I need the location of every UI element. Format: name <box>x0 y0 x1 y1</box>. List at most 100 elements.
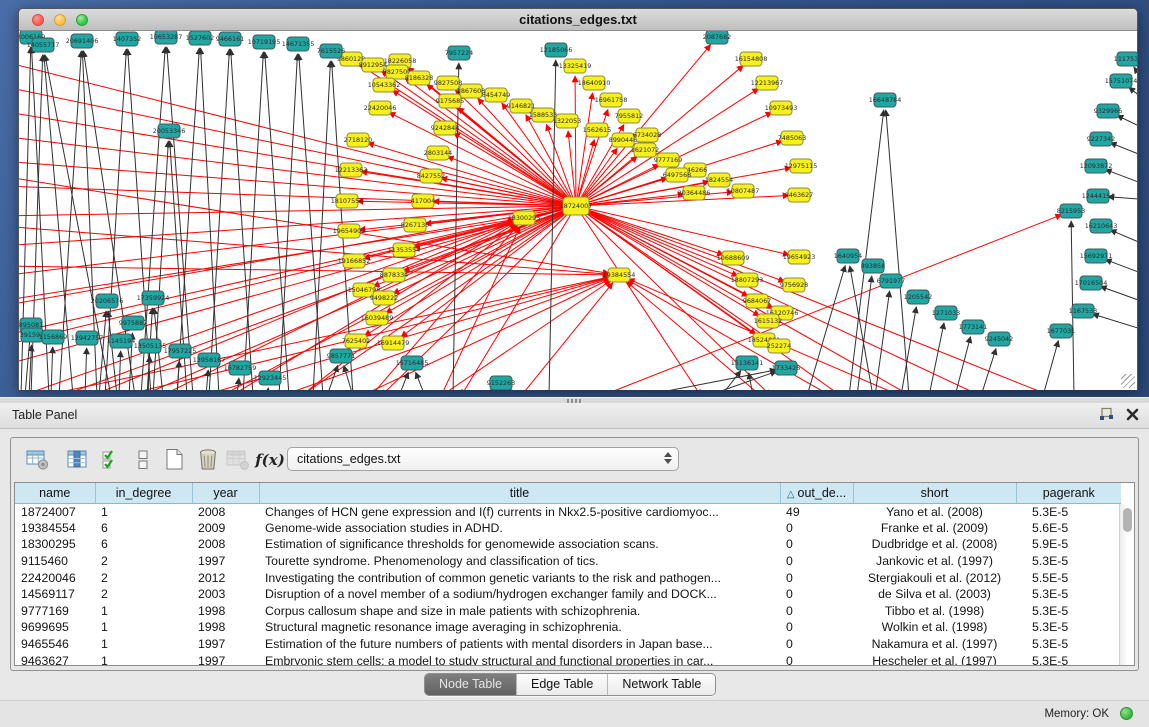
graph-node[interactable]: 1615132 <box>754 314 782 328</box>
graph-node[interactable]: 8186328 <box>405 71 433 85</box>
graph-node[interactable]: 9227342 <box>1087 132 1115 146</box>
window-resize-grip[interactable] <box>1121 374 1135 388</box>
delete-column-icon[interactable] <box>193 446 223 474</box>
graph-node[interactable]: 14671355 <box>282 37 315 51</box>
graph-node[interactable]: 12185066 <box>540 43 573 57</box>
graph-node[interactable]: 10719195 <box>248 35 281 49</box>
column-header[interactable]: title <box>259 483 780 503</box>
graph-node[interactable]: 1117534 <box>1114 52 1137 66</box>
graph-node[interactable]: 13505135 <box>134 339 167 353</box>
graph-node[interactable]: 12093872 <box>1080 159 1113 173</box>
graph-node[interactable]: 252274 <box>767 339 791 353</box>
graph-node[interactable]: 16648784 <box>869 93 902 107</box>
select-columns-icon[interactable] <box>97 446 127 474</box>
graph-node[interactable]: 12213967 <box>751 76 784 90</box>
graph-node[interactable]: 16154808 <box>735 52 768 66</box>
table-row[interactable]: 1456911722003Disruption of a novel membe… <box>15 586 1121 603</box>
graph-node[interactable]: 10688609 <box>717 251 750 265</box>
column-header[interactable]: in_degree <box>95 483 192 503</box>
graph-node[interactable]: 9684067 <box>743 294 771 308</box>
graph-node[interactable]: 10807487 <box>727 184 760 198</box>
column-header[interactable]: short <box>853 483 1016 503</box>
graph-node[interactable]: 1640954 <box>834 249 862 263</box>
column-header[interactable]: name <box>15 483 95 503</box>
table-options-icon[interactable] <box>23 446 53 474</box>
graph-node[interactable]: 1773141 <box>959 320 987 334</box>
graph-node[interactable]: 20364486 <box>678 186 711 200</box>
table-row[interactable]: 969969511998Structural magnetic resonanc… <box>15 619 1121 636</box>
graph-node[interactable]: 12213363 <box>335 163 368 177</box>
graph-node[interactable]: 1733426 <box>772 361 800 375</box>
graph-node[interactable]: 19654923 <box>783 250 816 264</box>
network-window[interactable]: citations_edges.txt 18724007183002951938… <box>18 8 1138 390</box>
window-titlebar[interactable]: citations_edges.txt <box>19 9 1137 31</box>
graph-node[interactable]: 9756928 <box>780 278 808 292</box>
graph-node[interactable]: 15716485 <box>396 356 429 370</box>
tab-node-table[interactable]: Node Table <box>425 674 517 695</box>
graph-node[interactable]: 8454749 <box>482 88 510 102</box>
float-panel-icon[interactable] <box>1099 407 1114 421</box>
graph-node[interactable]: 2087682 <box>703 31 731 44</box>
graph-node[interactable]: 1322053 <box>553 114 581 128</box>
function-builder-icon[interactable]: f(x) <box>255 446 285 474</box>
zoom-window-button[interactable] <box>76 14 88 26</box>
column-header[interactable]: pagerank <box>1016 483 1121 503</box>
graph-node[interactable]: 7625402 <box>342 334 370 348</box>
graph-node[interactable]: 19654903 <box>333 224 366 238</box>
graph-node[interactable]: 1562615 <box>583 123 611 137</box>
graph-node[interactable]: 19166852 <box>338 254 371 268</box>
graph-node[interactable]: 6497568 <box>663 168 691 182</box>
graph-node[interactable]: 18724007 <box>560 197 593 215</box>
graph-node[interactable]: 13958167 <box>193 353 226 367</box>
graph-node[interactable]: 1145194 <box>107 334 135 348</box>
graph-node[interactable]: 17359924 <box>137 291 170 305</box>
graph-node[interactable]: 9975887 <box>119 316 147 330</box>
table-scrollbar[interactable] <box>1119 504 1134 665</box>
graph-node[interactable]: 13325419 <box>559 59 592 73</box>
graph-node[interactable]: 1156869 <box>39 330 67 344</box>
table-row[interactable]: 2242004622012Investigating the contribut… <box>15 569 1121 586</box>
graph-node[interactable]: 15692971 <box>1080 249 1113 263</box>
graph-node[interactable]: 9857771 <box>327 349 355 363</box>
graph-node[interactable]: 8215953 <box>1057 204 1085 218</box>
graph-node[interactable]: 15136141 <box>731 356 764 370</box>
graph-node[interactable]: 12444154 <box>1082 189 1115 203</box>
graph-node[interactable]: 6791977 <box>877 274 905 288</box>
graph-node[interactable]: 1407352 <box>113 32 141 46</box>
graph-node[interactable]: 9498222 <box>370 291 398 305</box>
graph-node[interactable]: 8878334 <box>380 268 408 282</box>
graph-node[interactable]: 7955812 <box>615 109 643 123</box>
graph-node[interactable]: 9329966 <box>1094 104 1122 118</box>
graph-node[interactable]: 9466161 <box>216 32 244 46</box>
table-row[interactable]: 977716911998Corpus callosum shape and si… <box>15 603 1121 620</box>
column-header[interactable]: year <box>192 483 259 503</box>
graph-node[interactable]: 2718120 <box>344 133 372 147</box>
graph-node[interactable]: 15751074 <box>1105 74 1137 88</box>
graph-node[interactable]: 22420046 <box>364 101 397 115</box>
graph-node[interactable]: 17016504 <box>1075 276 1108 290</box>
graph-node[interactable]: 1677031 <box>1047 324 1075 338</box>
citation-network-graph[interactable]: 1872400718300295193845549860128891295418… <box>19 31 1137 390</box>
table-mode-icon[interactable] <box>128 446 158 474</box>
graph-node[interactable]: 12975115 <box>785 159 818 173</box>
graph-node[interactable]: 1205542 <box>904 290 932 304</box>
tab-edge-table[interactable]: Edge Table <box>517 674 608 695</box>
table-row[interactable]: 911546021997Tourette syndrome. Phenomeno… <box>15 553 1121 570</box>
column-header[interactable]: △out_de... <box>780 483 853 503</box>
graph-node[interactable]: 8267130 <box>401 218 429 232</box>
show-columns-icon[interactable] <box>63 446 93 474</box>
graph-node[interactable]: 9777169 <box>654 153 682 167</box>
graph-node[interactable]: 9152263 <box>487 376 515 390</box>
graph-node[interactable]: 1621072 <box>631 143 659 157</box>
graph-node[interactable]: 18640910 <box>578 76 611 90</box>
graph-node[interactable]: 10653287 <box>150 31 183 44</box>
table-row[interactable]: 1830029562008Estimation of significance … <box>15 536 1121 553</box>
table-row[interactable]: 1872400712008Changes of HCN gene express… <box>15 503 1121 520</box>
graph-node[interactable]: 7615526 <box>317 44 345 58</box>
close-panel-icon[interactable] <box>1126 408 1139 421</box>
table-scrollbar-thumb[interactable] <box>1123 508 1132 532</box>
graph-node[interactable]: 9245042 <box>985 332 1013 346</box>
graph-node[interactable]: 9463627 <box>785 188 813 202</box>
graph-node[interactable]: 9175685 <box>436 94 464 108</box>
graph-node[interactable]: 20691406 <box>66 34 99 48</box>
